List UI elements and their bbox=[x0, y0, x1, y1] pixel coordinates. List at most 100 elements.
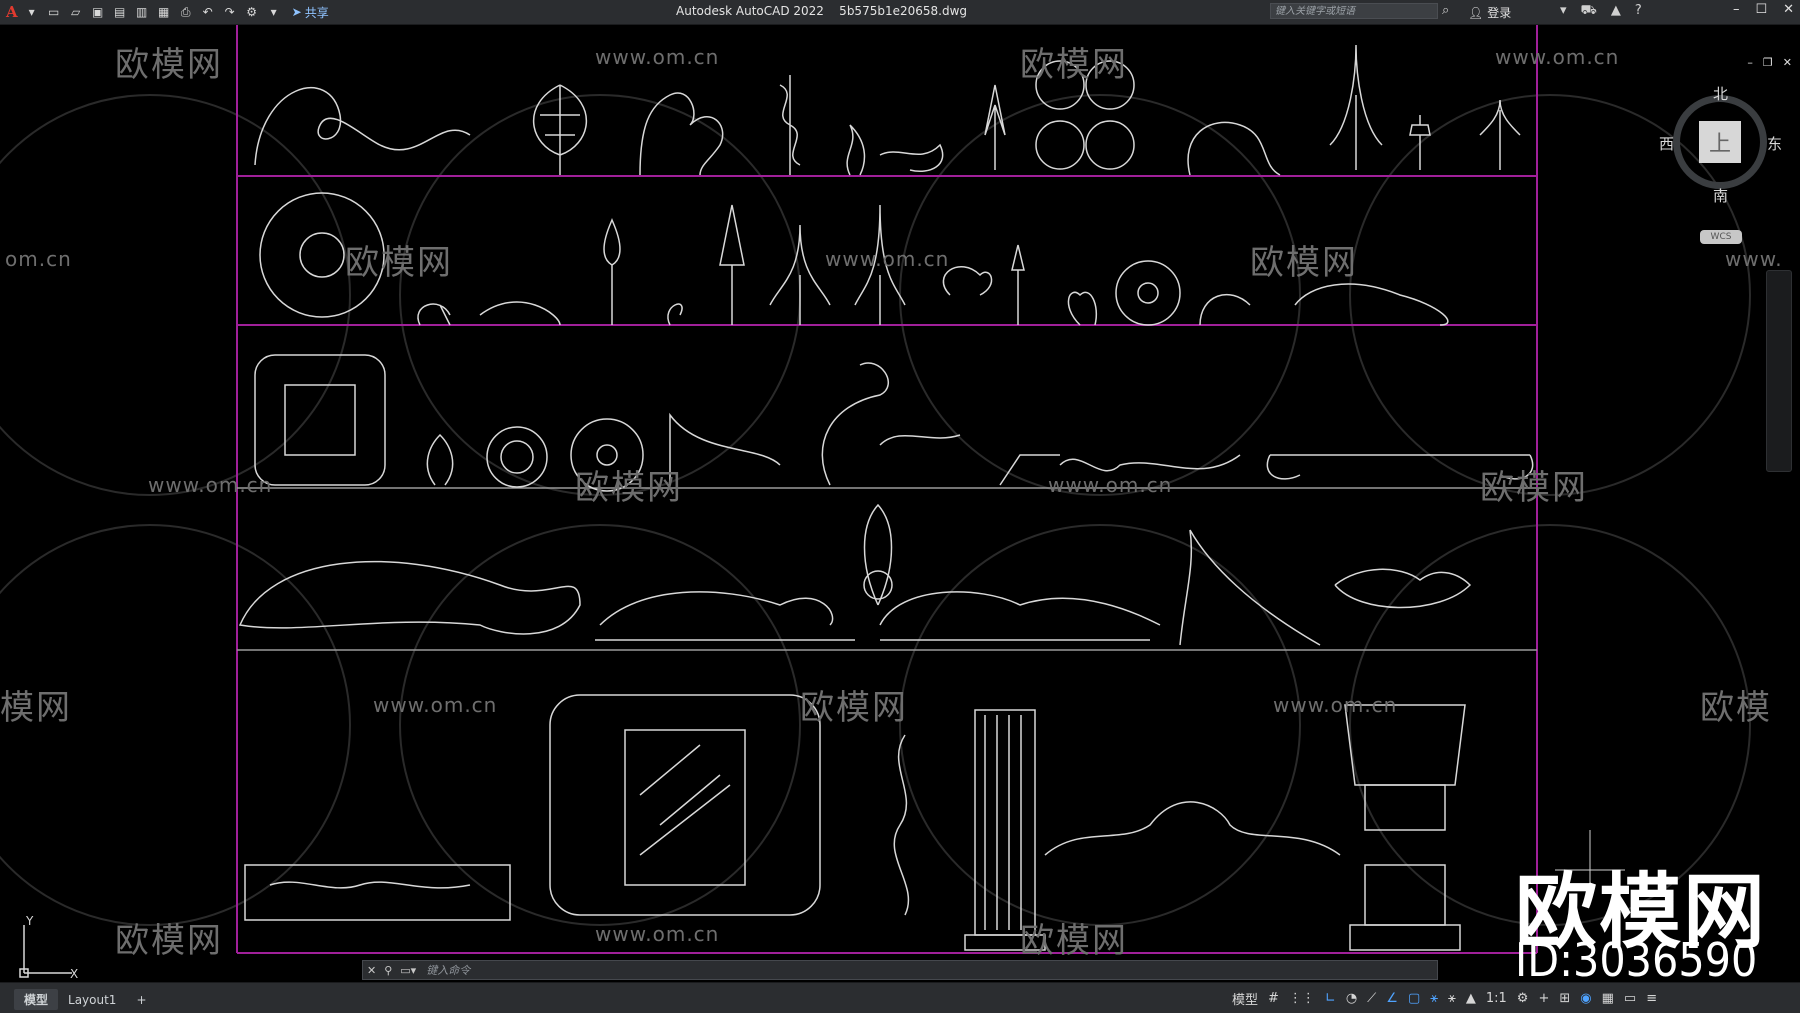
auto-scale-icon[interactable]: ⚹ bbox=[1448, 991, 1456, 1006]
object-snap-icon[interactable]: ▢ bbox=[1408, 991, 1420, 1006]
watermark-brand: 欧模网 bbox=[575, 468, 683, 508]
status-bar: 模型 Layout1 + 模型 # ⋮⋮ ∟ ◔ ⟋ ∠ ▢ ⚹ ⚹ ▲ 1:1… bbox=[0, 982, 1800, 1013]
viewcube-top-face[interactable]: 上 bbox=[1699, 121, 1741, 163]
command-history-icon[interactable]: ▭▾ bbox=[396, 964, 420, 977]
command-input[interactable]: 键入命令 bbox=[420, 962, 470, 978]
user-icon: 👤︎ bbox=[1468, 5, 1484, 20]
maximize-icon[interactable]: ☐ bbox=[1755, 2, 1767, 17]
ornaments bbox=[238, 44, 1534, 951]
autodesk-app-icon[interactable]: ▲ bbox=[1611, 3, 1621, 20]
viewcube-east[interactable]: 东 bbox=[1767, 133, 1782, 154]
watermark-url: www.om.cn bbox=[148, 473, 273, 497]
customize-dropdown-icon[interactable]: ▾ bbox=[266, 4, 282, 20]
open-icon[interactable]: ▱ bbox=[68, 4, 84, 20]
scroll-ornament-1 bbox=[254, 87, 471, 166]
viewcube-south[interactable]: 南 bbox=[1713, 185, 1728, 206]
export-icon[interactable]: ▦ bbox=[156, 4, 172, 20]
viewcube-west[interactable]: 西 bbox=[1659, 133, 1674, 154]
shelf-lines bbox=[237, 487, 1537, 651]
search-icon[interactable]: ⌕ bbox=[1442, 3, 1449, 18]
grid-icon[interactable]: # bbox=[1268, 991, 1279, 1006]
tab-layout1[interactable]: Layout1 bbox=[58, 991, 126, 1009]
annotation-scale-value[interactable]: 1:1 bbox=[1486, 991, 1507, 1006]
isodraft-icon[interactable]: ⟋ bbox=[1367, 991, 1376, 1006]
watermark-url: www.om.cn bbox=[1495, 45, 1620, 69]
share-button[interactable]: ➤ 共享 bbox=[292, 4, 329, 21]
undo-icon[interactable]: ↶ bbox=[200, 4, 216, 20]
watermark-url-partial: www. bbox=[1725, 247, 1783, 271]
tab-model[interactable]: 模型 bbox=[14, 989, 59, 1010]
close-icon[interactable]: ✕ bbox=[1783, 2, 1794, 17]
close-command-icon[interactable]: ✕ bbox=[363, 964, 380, 977]
snap-icon[interactable]: ⋮⋮ bbox=[1289, 991, 1315, 1006]
app-menu-dropdown-icon[interactable]: ▾ bbox=[24, 4, 40, 20]
watermark-url: www.om.cn bbox=[595, 922, 720, 946]
watermark-brand: 欧模网 bbox=[1480, 468, 1588, 508]
status-tools: 模型 # ⋮⋮ ∟ ◔ ⟋ ∠ ▢ ⚹ ⚹ ▲ 1:1 ⚙ + ⊞ ◉ ▦ ▭ … bbox=[1232, 989, 1657, 1008]
login-button[interactable]: 👤︎ 登录 bbox=[1468, 4, 1511, 21]
model-space-button[interactable]: 模型 bbox=[1232, 989, 1258, 1008]
new-icon[interactable]: ▭ bbox=[46, 4, 62, 20]
watermark-brand: 欧模网 bbox=[800, 688, 908, 728]
minimize-icon[interactable]: – bbox=[1733, 2, 1740, 17]
title-bar: A ▾ ▭ ▱ ▣ ▤ ▥ ▦ ⎙ ↶ ↷ ⚙ ▾ ➤ 共享 Autodesk … bbox=[0, 0, 1800, 25]
navigation-bar[interactable] bbox=[1766, 270, 1792, 472]
workspace-switch-icon[interactable]: ⚙ bbox=[1517, 991, 1529, 1006]
annotation-scale-icon[interactable]: ▲ bbox=[1466, 991, 1476, 1006]
dropdown-icon[interactable]: ▾ bbox=[1560, 3, 1567, 20]
quick-access-toolbar: A ▾ ▭ ▱ ▣ ▤ ▥ ▦ ⎙ ↶ ↷ ⚙ ▾ ➤ 共享 bbox=[0, 3, 329, 21]
workspace-icon[interactable]: ⚙ bbox=[244, 4, 260, 20]
watermark-brand: 欧模网 bbox=[115, 45, 223, 85]
drawing-frame bbox=[236, 25, 1538, 954]
viewcube[interactable]: 上 北 南 西 东 bbox=[1659, 83, 1782, 206]
plot-icon[interactable]: ⎙ bbox=[178, 4, 194, 20]
watermark-url-partial: om.cn bbox=[5, 247, 72, 271]
watermark-url: www.om.cn bbox=[1273, 693, 1398, 717]
watermark-brand: 欧模网 bbox=[1250, 243, 1358, 283]
watermark-url: www.om.cn bbox=[825, 247, 950, 271]
search-input[interactable]: 键入关键字或短语 bbox=[1270, 3, 1438, 19]
save-as-icon[interactable]: ▤ bbox=[112, 4, 128, 20]
ucs-y-label: Y bbox=[25, 915, 34, 928]
viewcube-north[interactable]: 北 bbox=[1713, 83, 1728, 104]
help-icon[interactable]: ? bbox=[1635, 3, 1642, 20]
watermark-brand: 欧模网 bbox=[345, 243, 453, 283]
window-title: Autodesk AutoCAD 2022 5b575b1e20658.dwg bbox=[676, 4, 968, 18]
watermark-brand-partial: 模网 bbox=[0, 688, 72, 728]
wcs-menu[interactable]: WCS bbox=[1700, 230, 1742, 244]
window-controls: – ☐ ✕ bbox=[1733, 2, 1794, 17]
title-bar-tools: ▾ ⛟ ▲ ? bbox=[1560, 3, 1642, 20]
watermark-url: www.om.cn bbox=[1048, 473, 1173, 497]
isolate-objects-icon[interactable]: ◉ bbox=[1580, 991, 1591, 1006]
annotation-visibility-icon[interactable]: ⚹ bbox=[1430, 991, 1438, 1006]
customize-command-icon[interactable]: ⚲ bbox=[380, 964, 396, 977]
ucs-x-label: X bbox=[70, 967, 78, 981]
share-icon: ➤ bbox=[291, 5, 302, 19]
add-layout-button[interactable]: + bbox=[126, 991, 156, 1009]
add-icon[interactable]: + bbox=[1538, 991, 1549, 1006]
publish-icon[interactable]: ▥ bbox=[134, 4, 150, 20]
watermark-url: www.om.cn bbox=[373, 693, 498, 717]
watermark-brand: 欧模网 bbox=[1020, 45, 1128, 85]
share-label: 共享 bbox=[304, 5, 329, 20]
hardware-acceleration-icon[interactable]: ▦ bbox=[1602, 991, 1614, 1006]
watermark-brand: 欧模网 bbox=[1020, 921, 1128, 961]
customize-menu-icon[interactable]: ≡ bbox=[1646, 991, 1657, 1006]
ortho-icon[interactable]: ∟ bbox=[1325, 991, 1336, 1006]
app-menu-button[interactable]: A bbox=[6, 3, 18, 21]
watermark-url: www.om.cn bbox=[595, 45, 720, 69]
watermark-brand: 欧模网 bbox=[115, 921, 223, 961]
save-icon[interactable]: ▣ bbox=[90, 4, 106, 20]
layout-tabs: 模型 Layout1 + bbox=[14, 989, 157, 1010]
overlay-id: ID:3036590 bbox=[1515, 933, 1758, 982]
ucs-icon: Y X bbox=[19, 915, 78, 981]
clean-screen-icon[interactable]: ▭ bbox=[1624, 991, 1636, 1006]
object-snap-tracking-icon[interactable]: ∠ bbox=[1386, 991, 1398, 1006]
polar-icon[interactable]: ◔ bbox=[1346, 991, 1357, 1006]
cart-icon[interactable]: ⛟ bbox=[1581, 3, 1597, 20]
watermark-brand-partial: 欧模 bbox=[1700, 688, 1772, 728]
drawing-canvas[interactable]: – ❐ ✕ 欧模网 www.om.cn 欧模网 www.om.cn om.cn … bbox=[0, 25, 1800, 982]
redo-icon[interactable]: ↷ bbox=[222, 4, 238, 20]
units-icon[interactable]: ⊞ bbox=[1559, 991, 1570, 1006]
command-line[interactable]: ✕ ⚲ ▭▾ 键入命令 bbox=[362, 960, 1438, 980]
